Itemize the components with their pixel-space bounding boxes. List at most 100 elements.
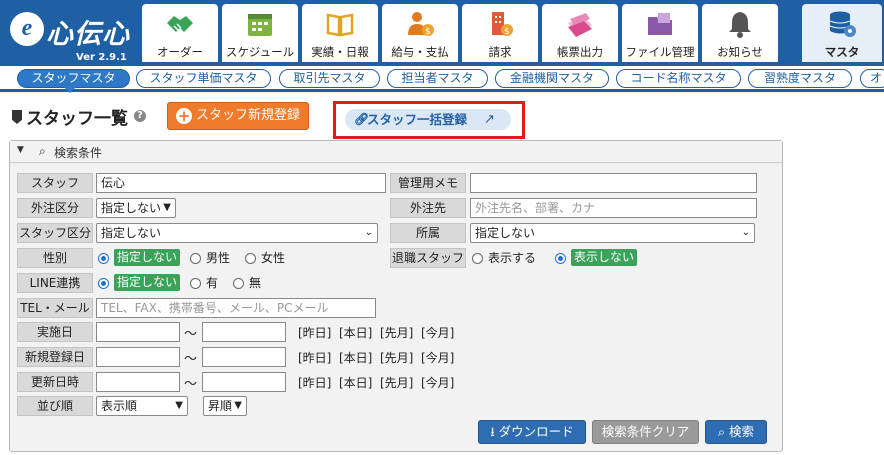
app-logo[interactable]: e 心伝心 Ver 2.9.1 [4, 4, 132, 63]
book-icon [326, 13, 354, 37]
tab-order[interactable]: オーダー [142, 4, 218, 62]
retired-label: 退職スタッフ [390, 248, 466, 268]
affiliation-select[interactable]: 指定しない ⌄ [470, 223, 755, 243]
gender-radio-unspecified[interactable]: 指定しない [98, 248, 184, 268]
tab-label: スケジュール [225, 45, 295, 59]
bell-icon [729, 12, 751, 38]
title-marker-icon [12, 110, 22, 124]
tab-results[interactable]: 実績・日報 [302, 4, 378, 62]
logo-mark: e [10, 12, 44, 46]
radio-label: 女性 [261, 251, 286, 265]
yesterday-link[interactable]: [昨日] [298, 374, 331, 391]
last-month-link[interactable]: [先月] [380, 324, 413, 341]
subtab-contact-master[interactable]: 担当者マスタ [387, 69, 488, 88]
staff-input[interactable]: 伝心 [96, 173, 386, 193]
line-radio-unspecified[interactable]: 指定しない [98, 273, 184, 293]
date-to-input[interactable] [202, 347, 286, 367]
chevron-down-icon: ⌄ [741, 227, 750, 238]
last-month-link[interactable]: [先月] [380, 374, 413, 391]
line-radio-yes[interactable]: 有 [190, 273, 222, 293]
this-month-link[interactable]: [今月] [421, 349, 454, 366]
date-from-input[interactable] [96, 372, 180, 392]
clear-conditions-button[interactable]: 検索条件クリア [592, 420, 699, 444]
affiliation-label: 所属 [390, 223, 466, 243]
line-label: LINE連携 [17, 273, 93, 293]
subtab-code-master[interactable]: コード名称マスタ [616, 69, 741, 88]
radio-dot [233, 278, 244, 289]
search-icon: ⌕ [718, 424, 729, 439]
tab-master[interactable]: マスタ [802, 4, 882, 62]
tel-mail-input[interactable]: TEL、FAX、携帯番号、メール、PCメール [96, 298, 376, 318]
download-label: ダウンロード [498, 424, 574, 439]
help-icon[interactable]: ? [134, 110, 146, 122]
today-link[interactable]: [本日] [339, 374, 372, 391]
new-staff-button[interactable]: + スタッフ新規登録 [167, 102, 309, 130]
date-to-input[interactable] [202, 322, 286, 342]
outsource-type-select[interactable]: 指定しない ▼ [96, 198, 176, 218]
tab-label: マスタ [824, 45, 860, 59]
this-month-link[interactable]: [今月] [421, 324, 454, 341]
tab-label: お知らせ [717, 45, 763, 59]
date-from-input[interactable] [96, 322, 180, 342]
tab-label: 給与・支払 [391, 45, 449, 59]
gender-radio-female[interactable]: 女性 [245, 248, 289, 268]
today-link[interactable]: [本日] [339, 349, 372, 366]
subtab-skill-master[interactable]: 習熟度マスタ [748, 69, 852, 88]
logo-text: 心伝心 [46, 19, 130, 50]
subtab-more[interactable]: オ [860, 69, 884, 88]
chevron-down-icon: ▼ [163, 202, 171, 213]
search-icon: ⌕ [39, 144, 46, 158]
tab-payroll[interactable]: $ 給与・支払 [382, 4, 458, 62]
subtab-staff-master[interactable]: スタッフマスタ [17, 69, 130, 88]
outsource-type-value: 指定しない [101, 201, 162, 215]
subtab-client-master[interactable]: 取引先マスタ [279, 69, 380, 88]
sub-navigation: スタッフマスタ スタッフ単価マスタ 取引先マスタ 担当者マスタ 金融機関マスタ … [0, 66, 884, 93]
direction-select[interactable]: 昇順 ▼ [203, 396, 247, 416]
tab-forms[interactable]: 帳票出力 [542, 4, 618, 62]
yesterday-link[interactable]: [昨日] [298, 349, 331, 366]
memo-label: 管理用メモ [390, 173, 466, 193]
collapse-caret-icon[interactable]: ▼ [17, 145, 24, 155]
search-button[interactable]: ⌕ 検索 [705, 420, 767, 444]
outsource-input[interactable]: 外注先名、部署、カナ [470, 198, 757, 218]
svg-text:$: $ [504, 27, 510, 37]
yesterday-link[interactable]: [昨日] [298, 324, 331, 341]
radio-label: 表示しない [571, 249, 638, 266]
bulk-register-button[interactable]: 🔗︎ スタッフ一括登録 ↗ [345, 109, 511, 130]
tab-schedule[interactable]: スケジュール [222, 4, 298, 62]
radio-dot [472, 253, 483, 264]
tab-billing[interactable]: $ 請求 [462, 4, 538, 62]
order-select[interactable]: 表示順 ▼ [96, 396, 188, 416]
last-month-link[interactable]: [先月] [380, 349, 413, 366]
external-link-icon: ↗ [484, 112, 495, 127]
version-label: Ver 2.9.1 [76, 52, 127, 63]
tab-label: 実績・日報 [311, 45, 369, 59]
retired-radio-show[interactable]: 表示する [472, 248, 544, 268]
today-link[interactable]: [本日] [339, 324, 372, 341]
download-button[interactable]: ⭳ ダウンロード [478, 420, 586, 444]
tab-notifications[interactable]: お知らせ [702, 4, 778, 62]
search-panel-title: 検索条件 [54, 146, 103, 160]
gender-radio-male[interactable]: 男性 [190, 248, 234, 268]
search-panel: ▼ ⌕ 検索条件 スタッフ 伝心 管理用メモ 外注区分 指定しない ▼ 外注先 … [9, 140, 783, 452]
search-panel-header[interactable]: ▼ ⌕ 検索条件 [10, 141, 782, 163]
date-from-input[interactable] [96, 347, 180, 367]
radio-label: 無 [249, 276, 262, 290]
memo-input[interactable] [470, 173, 757, 193]
retired-radio-hide[interactable]: 表示しない [555, 248, 639, 268]
radio-dot [98, 278, 109, 289]
plus-icon: + [176, 107, 192, 125]
gender-label: 性別 [17, 248, 93, 268]
line-radio-no[interactable]: 無 [233, 273, 265, 293]
date-to-input[interactable] [202, 372, 286, 392]
subtab-bank-master[interactable]: 金融機関マスタ [495, 69, 609, 88]
outsource-type-label: 外注区分 [17, 198, 93, 218]
tab-files[interactable]: ファイル管理 [622, 4, 698, 62]
staff-type-select[interactable]: 指定しない ⌄ [96, 223, 378, 243]
database-gear-icon [829, 11, 856, 37]
this-month-link[interactable]: [今月] [421, 374, 454, 391]
chevron-down-icon: ▼ [234, 400, 242, 411]
subtab-staff-rate-master[interactable]: スタッフ単価マスタ [136, 69, 271, 88]
folder-icon [648, 13, 672, 35]
radio-label: 有 [206, 276, 219, 290]
